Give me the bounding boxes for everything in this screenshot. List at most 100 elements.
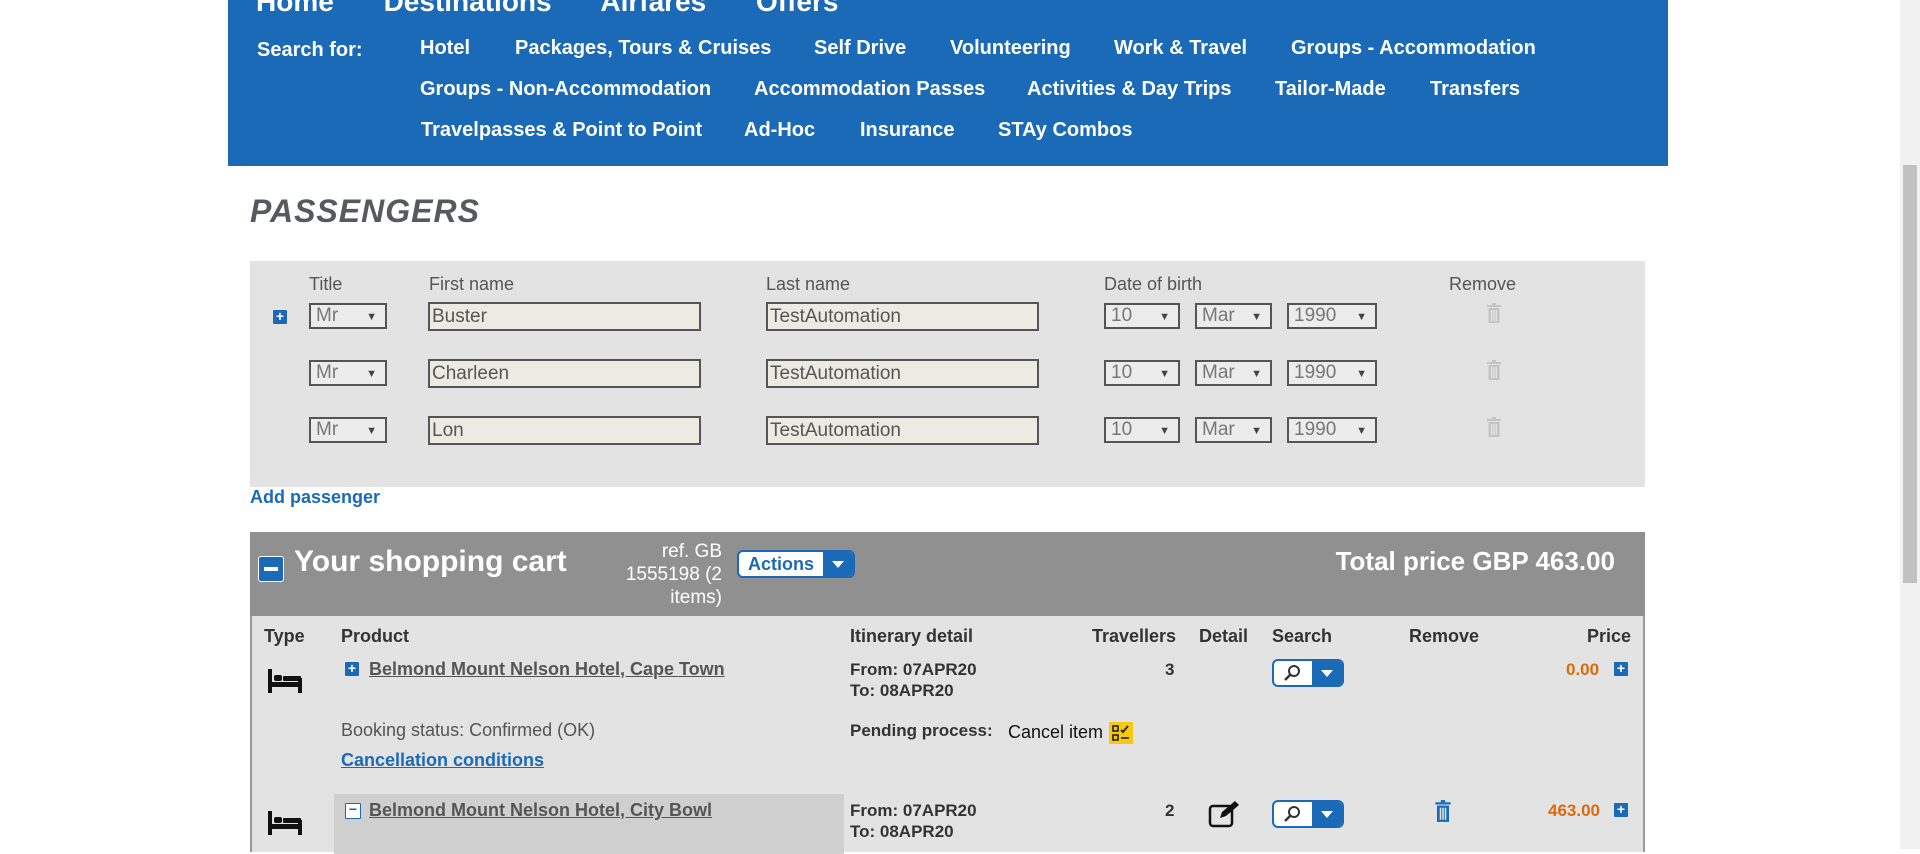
- header-type: Type: [264, 626, 305, 646]
- pending-process-label: Pending process:: [850, 721, 993, 740]
- col-first-name: First name: [429, 274, 515, 294]
- trash-icon[interactable]: [1434, 799, 1452, 823]
- dob-day-select[interactable]: 10: [1104, 360, 1180, 386]
- main-link-offers[interactable]: Offers: [756, 0, 838, 17]
- trash-icon[interactable]: [1486, 359, 1502, 381]
- col-remove: Remove: [1449, 274, 1517, 294]
- service-insurance[interactable]: Insurance: [860, 119, 954, 142]
- first-name-field[interactable]: Buster: [428, 302, 701, 331]
- total-price-value: GBP 463.00: [1472, 546, 1615, 576]
- cart-title: Your shopping cart: [294, 545, 567, 578]
- last-name-field[interactable]: TestAutomation: [766, 359, 1039, 388]
- item-search-dropdown[interactable]: [1272, 659, 1344, 687]
- expand-item-plus-icon[interactable]: +: [345, 661, 359, 676]
- service-travelpasses[interactable]: Travelpasses & Point to Point: [421, 119, 702, 142]
- total-price: Total price GBP 463.00: [1336, 546, 1615, 577]
- dob-day-select[interactable]: 10: [1104, 303, 1180, 329]
- col-title: Title: [309, 274, 343, 294]
- itinerary-to: To: 08APR20: [850, 822, 954, 841]
- header-product: Product: [341, 626, 410, 646]
- checklist-icon[interactable]: [1109, 722, 1133, 744]
- scrollbar-thumb[interactable]: [1903, 165, 1917, 583]
- service-packages[interactable]: Packages, Tours & Cruises: [515, 37, 771, 60]
- main-link-destinations[interactable]: Destinations: [384, 0, 552, 17]
- bed-icon: [268, 811, 302, 835]
- header-travellers: Travellers: [1092, 626, 1177, 646]
- service-hotel[interactable]: Hotel: [420, 37, 470, 60]
- itinerary-from: From: 07APR20: [850, 801, 977, 820]
- passengers-heading: PASSENGERS: [250, 193, 480, 229]
- passenger-title-select[interactable]: Mr: [309, 417, 387, 443]
- actions-dropdown[interactable]: Actions: [737, 550, 855, 578]
- dob-month-select[interactable]: Mar: [1195, 417, 1272, 443]
- product-link[interactable]: Belmond Mount Nelson Hotel, Cape Town: [369, 659, 725, 680]
- trash-icon[interactable]: [1486, 416, 1502, 438]
- item-price: 0.00: [1566, 660, 1600, 679]
- last-name-field[interactable]: TestAutomation: [766, 302, 1039, 331]
- itinerary-from: From: 07APR20: [850, 660, 977, 679]
- service-groups-non-accommodation[interactable]: Groups - Non-Accommodation: [420, 78, 711, 101]
- main-link-home[interactable]: Home: [256, 0, 334, 17]
- trash-icon[interactable]: [1486, 302, 1502, 324]
- edit-icon[interactable]: [1208, 800, 1240, 828]
- passenger-title-select[interactable]: Mr: [309, 303, 387, 329]
- item-search-dropdown[interactable]: [1272, 800, 1344, 828]
- dob-month-select[interactable]: Mar: [1195, 303, 1272, 329]
- cart-ref-line: ref. GB: [661, 541, 722, 562]
- first-name-field[interactable]: Charleen: [428, 359, 701, 388]
- dob-year-select[interactable]: 1990: [1287, 417, 1377, 443]
- dob-day-select[interactable]: 10: [1104, 417, 1180, 443]
- col-last-name: Last name: [766, 274, 851, 294]
- add-passenger-link[interactable]: Add passenger: [250, 487, 380, 508]
- passenger-title-select[interactable]: Mr: [309, 360, 387, 386]
- cart-ref-line: 1555198 (2: [625, 564, 722, 585]
- price-expand-plus-icon[interactable]: +: [1614, 661, 1628, 676]
- chevron-down-icon: [1312, 661, 1342, 685]
- item-price: 463.00: [1548, 801, 1600, 820]
- cart-reference: ref. GB 1555198 (2 items): [610, 540, 722, 609]
- main-link-airfares[interactable]: Airfares: [600, 0, 706, 17]
- service-activities[interactable]: Activities & Day Trips: [1027, 78, 1232, 101]
- dob-month-select[interactable]: Mar: [1195, 360, 1272, 386]
- header-search: Search: [1272, 626, 1333, 646]
- service-groups-accommodation[interactable]: Groups - Accommodation: [1291, 37, 1536, 60]
- service-work-travel[interactable]: Work & Travel: [1114, 37, 1247, 60]
- dob-year-select[interactable]: 1990: [1287, 303, 1377, 329]
- page-scrollbar[interactable]: [1900, 0, 1920, 849]
- itinerary-to: To: 08APR20: [850, 681, 954, 700]
- travellers-count: 2: [1165, 801, 1175, 820]
- service-volunteering[interactable]: Volunteering: [950, 37, 1071, 60]
- product-link[interactable]: Belmond Mount Nelson Hotel, City Bowl: [369, 800, 712, 821]
- total-price-label: Total price: [1335, 546, 1466, 576]
- pending-process-value: Cancel item: [1008, 722, 1104, 742]
- header-itinerary: Itinerary detail: [850, 626, 974, 646]
- main-links: Home Destinations Airfares Offers: [256, 0, 880, 18]
- header-remove: Remove: [1409, 626, 1480, 646]
- cart-header: Your shopping cart ref. GB 1555198 (2 it…: [250, 532, 1645, 616]
- service-tailor-made[interactable]: Tailor-Made: [1275, 78, 1386, 101]
- itinerary-detail: From: 07APR20 To: 08APR20: [850, 800, 977, 842]
- expand-passenger-plus-icon[interactable]: +: [273, 309, 287, 324]
- service-ad-hoc[interactable]: Ad-Hoc: [744, 119, 815, 142]
- bed-icon: [268, 669, 302, 693]
- magnifier-icon: [1284, 665, 1300, 681]
- top-navigation: Home Destinations Airfares Offers Search…: [228, 0, 1668, 166]
- collapse-cart-minus-icon[interactable]: [258, 556, 284, 582]
- service-accommodation-passes[interactable]: Accommodation Passes: [754, 78, 985, 101]
- service-self-drive[interactable]: Self Drive: [814, 37, 906, 60]
- service-stay-combos[interactable]: STAy Combos: [998, 119, 1132, 142]
- header-detail: Detail: [1199, 626, 1249, 646]
- actions-label: Actions: [748, 554, 815, 574]
- collapse-item-minus-icon[interactable]: −: [345, 802, 361, 819]
- travellers-count: 3: [1165, 660, 1175, 679]
- magnifier-icon: [1284, 806, 1300, 822]
- price-expand-plus-icon[interactable]: +: [1614, 802, 1628, 817]
- dob-year-select[interactable]: 1990: [1287, 360, 1377, 386]
- cart-ref-line: items): [670, 587, 722, 608]
- service-transfers[interactable]: Transfers: [1430, 78, 1520, 101]
- last-name-field[interactable]: TestAutomation: [766, 416, 1039, 445]
- itinerary-detail: From: 07APR20 To: 08APR20: [850, 659, 977, 701]
- first-name-field[interactable]: Lon: [428, 416, 701, 445]
- col-dob: Date of birth: [1104, 274, 1203, 294]
- cancellation-conditions-link[interactable]: Cancellation conditions: [341, 750, 544, 771]
